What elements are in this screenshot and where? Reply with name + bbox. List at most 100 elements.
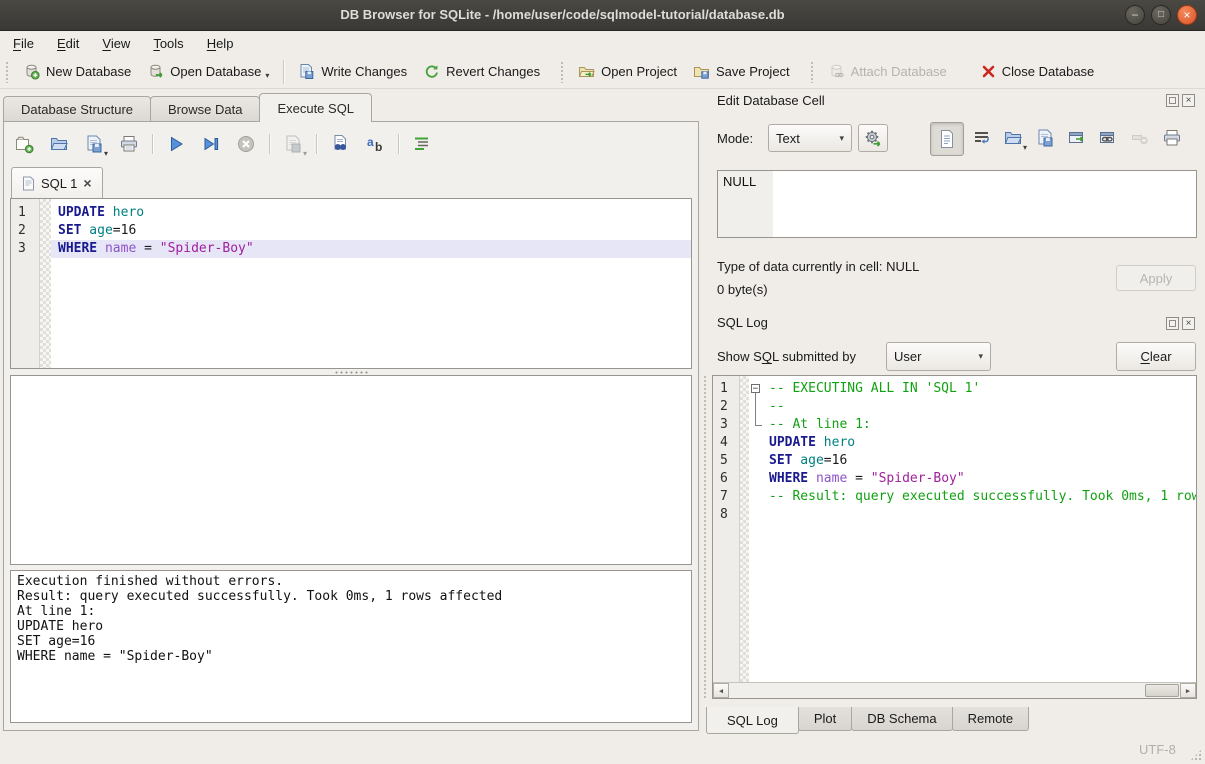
toolbar-separator: [269, 134, 270, 154]
new-database-button[interactable]: New Database: [15, 59, 139, 84]
menu-edit[interactable]: Edit: [48, 34, 88, 53]
open-database-dropdown-icon[interactable]: ▾: [265, 71, 269, 80]
save-sql-file-button[interactable]: ▾: [82, 132, 106, 156]
minimize-button[interactable]: −: [1125, 5, 1145, 25]
null-icon: [1130, 128, 1150, 148]
menu-tools[interactable]: Tools: [144, 34, 192, 53]
text-mode-toggle-button[interactable]: [930, 122, 964, 156]
main-toolbar: New Database Open Database ▾ Write Chang…: [0, 55, 1205, 89]
sql-log-dock-title: SQL Log: [717, 315, 768, 330]
cell-value-text: NULL: [723, 174, 756, 189]
code-token: "Spider-Boy": [160, 241, 254, 256]
auto-complete-button[interactable]: ab: [363, 132, 387, 156]
save-file-icon: [84, 134, 104, 154]
menubar: File Edit View Tools Help: [0, 31, 1205, 55]
find-replace-button[interactable]: [328, 132, 352, 156]
log-horizontal-scrollbar[interactable]: ◀ ▶: [713, 682, 1196, 698]
open-project-button[interactable]: Open Project: [570, 59, 685, 84]
code-token: age: [81, 223, 112, 238]
code-token: =: [847, 471, 870, 486]
mode-select[interactable]: Text ▾: [768, 124, 852, 152]
dock-float-button[interactable]: [1166, 94, 1179, 107]
line-number: 7: [713, 488, 742, 506]
revert-changes-button[interactable]: Revert Changes: [415, 59, 548, 84]
sql-file-tab[interactable]: SQL 1 ×: [11, 167, 103, 198]
printer-icon: [119, 134, 139, 154]
toolbar-drag-handle[interactable]: [5, 61, 10, 83]
code-line: UPDATE hero: [769, 435, 855, 450]
code-token: =16: [824, 453, 847, 468]
toolbar-drag-handle[interactable]: [810, 61, 815, 83]
code-token: =: [136, 241, 159, 256]
attach-database-label: Attach Database: [851, 64, 947, 79]
dock-resize-handle[interactable]: [703, 375, 708, 699]
export-cell-data-button[interactable]: [1034, 127, 1056, 149]
write-changes-button[interactable]: Write Changes: [290, 59, 415, 84]
close-button[interactable]: ×: [1177, 5, 1197, 25]
line-number: 1: [11, 204, 40, 222]
dock-tab-remote[interactable]: Remote: [952, 707, 1030, 731]
dock-tab-sql-log[interactable]: SQL Log: [706, 707, 799, 734]
cell-type-info: Type of data currently in cell: NULL: [717, 259, 919, 274]
open-in-external-button[interactable]: [1066, 127, 1088, 149]
results-grid[interactable]: [10, 375, 692, 565]
format-sql-button[interactable]: [410, 132, 434, 156]
new-sql-tab-button[interactable]: [12, 132, 36, 156]
line-number: 3: [11, 240, 40, 258]
resize-grip[interactable]: [1190, 749, 1202, 761]
sql-log-line: 5SET age=16: [713, 452, 1196, 470]
execution-message-panel: Execution finished without errors. Resul…: [10, 570, 692, 723]
open-sql-file-button[interactable]: [47, 132, 71, 156]
print-button[interactable]: [117, 132, 141, 156]
maximize-button[interactable]: □: [1151, 5, 1171, 25]
execute-current-line-button[interactable]: [199, 132, 223, 156]
code-token: -- At line 1:: [769, 417, 871, 432]
database-new-icon: [23, 63, 40, 80]
menu-file[interactable]: File: [4, 34, 43, 53]
svg-text:b: b: [375, 140, 382, 154]
word-wrap-button[interactable]: [971, 127, 993, 149]
toolbar-drag-handle[interactable]: [560, 61, 565, 83]
window-controls: − □ ×: [1125, 5, 1197, 25]
dock-tab-db-schema[interactable]: DB Schema: [851, 707, 952, 731]
print-cell-button[interactable]: [1161, 127, 1183, 149]
import-cell-data-button[interactable]: ▾: [1002, 127, 1024, 149]
sql-log-line: 1−-- EXECUTING ALL IN 'SQL 1': [713, 380, 1196, 398]
import-dropdown-icon[interactable]: ▾: [1023, 143, 1027, 152]
sql-file-tab-close-icon[interactable]: ×: [83, 177, 91, 189]
dock-tab-plot[interactable]: Plot: [798, 707, 852, 731]
save-file-dropdown-icon[interactable]: ▾: [104, 149, 108, 158]
save-project-button[interactable]: Save Project: [685, 59, 798, 84]
fold-collapse-icon[interactable]: −: [751, 384, 760, 393]
folder-open-icon: [578, 63, 595, 80]
code-line: SET age=16: [769, 453, 847, 468]
revert-changes-label: Revert Changes: [446, 64, 540, 79]
dock-close-button[interactable]: ×: [1182, 317, 1195, 330]
tab-browse-data[interactable]: Browse Data: [150, 96, 260, 122]
execution-message-text: Execution finished without errors. Resul…: [11, 571, 691, 667]
clear-button-label: Clear: [1140, 349, 1171, 364]
menu-view[interactable]: View: [93, 34, 139, 53]
code-token: name: [808, 471, 847, 486]
close-database-button[interactable]: Close Database: [973, 60, 1103, 83]
scroll-right-button[interactable]: ▶: [1180, 683, 1196, 698]
sql-editor[interactable]: 1UPDATE hero 2SET age=16 3WHERE name = "…: [10, 198, 692, 369]
open-database-button[interactable]: Open Database ▾: [139, 59, 277, 84]
cell-value-editor[interactable]: NULL: [717, 170, 1197, 238]
scroll-left-button[interactable]: ◀: [713, 683, 729, 698]
tab-execute-sql[interactable]: Execute SQL: [259, 93, 372, 122]
dock-float-button[interactable]: [1166, 317, 1179, 330]
document-icon: [937, 129, 957, 149]
play-line-icon: [201, 134, 221, 154]
sql-log-filter-select[interactable]: User ▾: [886, 342, 991, 371]
set-as-link-button[interactable]: [1097, 127, 1119, 149]
clear-log-button[interactable]: Clear: [1116, 342, 1196, 371]
tab-database-structure[interactable]: Database Structure: [3, 96, 151, 122]
cell-size-info: 0 byte(s): [717, 282, 768, 297]
menu-help[interactable]: Help: [198, 34, 243, 53]
auto-switch-mode-button[interactable]: [858, 124, 888, 152]
scrollbar-thumb[interactable]: [1145, 684, 1179, 697]
execute-all-button[interactable]: [164, 132, 188, 156]
autocomplete-icon: ab: [365, 134, 385, 154]
dock-close-button[interactable]: ×: [1182, 94, 1195, 107]
